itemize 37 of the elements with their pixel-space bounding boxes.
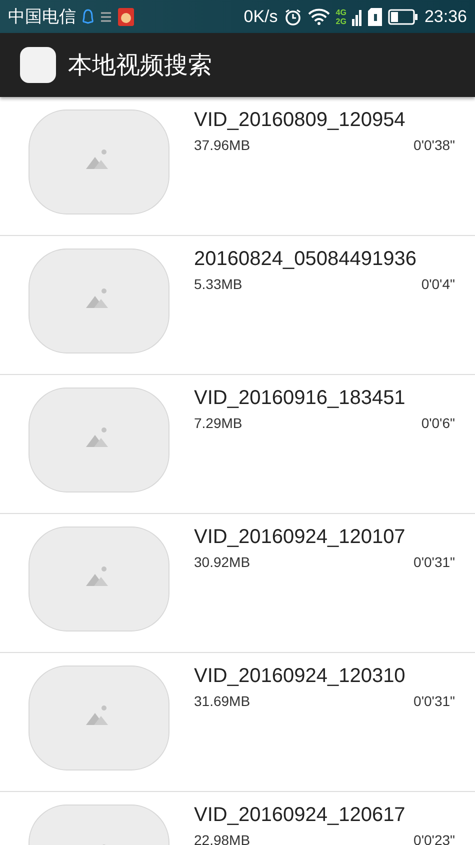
- video-name: VID_20160924_120310: [194, 665, 406, 688]
- wifi-icon: [308, 8, 330, 25]
- video-duration: 0'0'38": [414, 137, 455, 153]
- file-size: 37.96MB: [194, 137, 250, 153]
- video-name: VID_20160916_183451: [194, 387, 406, 410]
- file-size: 30.92MB: [194, 554, 250, 570]
- network-type: 2G: [336, 16, 346, 26]
- signal-icon: [352, 8, 362, 26]
- video-name: VID_20160924_120617: [194, 804, 406, 827]
- video-list-item[interactable]: VID_20160924_120310 31.69MB 0'0'31": [0, 653, 475, 792]
- video-duration: 0'0'4": [421, 276, 455, 292]
- video-list-item[interactable]: VID_20160924_120617 22.98MB 0'0'23": [0, 792, 475, 845]
- network-speed: 0K/s: [244, 6, 278, 26]
- video-duration: 0'0'6": [421, 415, 455, 431]
- battery-icon: [388, 8, 418, 24]
- clock-time: 23:36: [424, 6, 467, 26]
- video-name: VID_20160809_120954: [194, 109, 406, 132]
- video-list-item[interactable]: VID_20160924_120107 30.92MB 0'0'31": [0, 514, 475, 653]
- file-size: 5.33MB: [194, 276, 242, 292]
- video-duration: 0'0'31": [414, 554, 455, 570]
- video-list-item[interactable]: 20160824_05084491936 5.33MB 0'0'4": [0, 236, 475, 375]
- video-list-item[interactable]: VID_20160916_183451 7.29MB 0'0'6": [0, 375, 475, 514]
- app-icon: [20, 47, 56, 83]
- video-duration: 0'0'31": [414, 693, 455, 709]
- video-name: 20160824_05084491936: [194, 248, 418, 271]
- app-title: 本地视频搜索: [68, 50, 212, 81]
- alarm-icon: [284, 8, 302, 26]
- video-list-item[interactable]: VID_20160809_120954 37.96MB 0'0'38": [0, 97, 475, 236]
- video-name: VID_20160924_120107: [194, 526, 406, 549]
- menu-icon: [100, 12, 112, 22]
- video-duration: 0'0'23": [414, 832, 455, 845]
- file-size: 7.29MB: [194, 415, 242, 431]
- network-type: 4G: [336, 8, 346, 16]
- file-size: 22.98MB: [194, 832, 250, 845]
- sim-card-icon: [368, 8, 382, 26]
- file-size: 31.69MB: [194, 693, 250, 709]
- carrier-name: 中国电信: [8, 6, 76, 28]
